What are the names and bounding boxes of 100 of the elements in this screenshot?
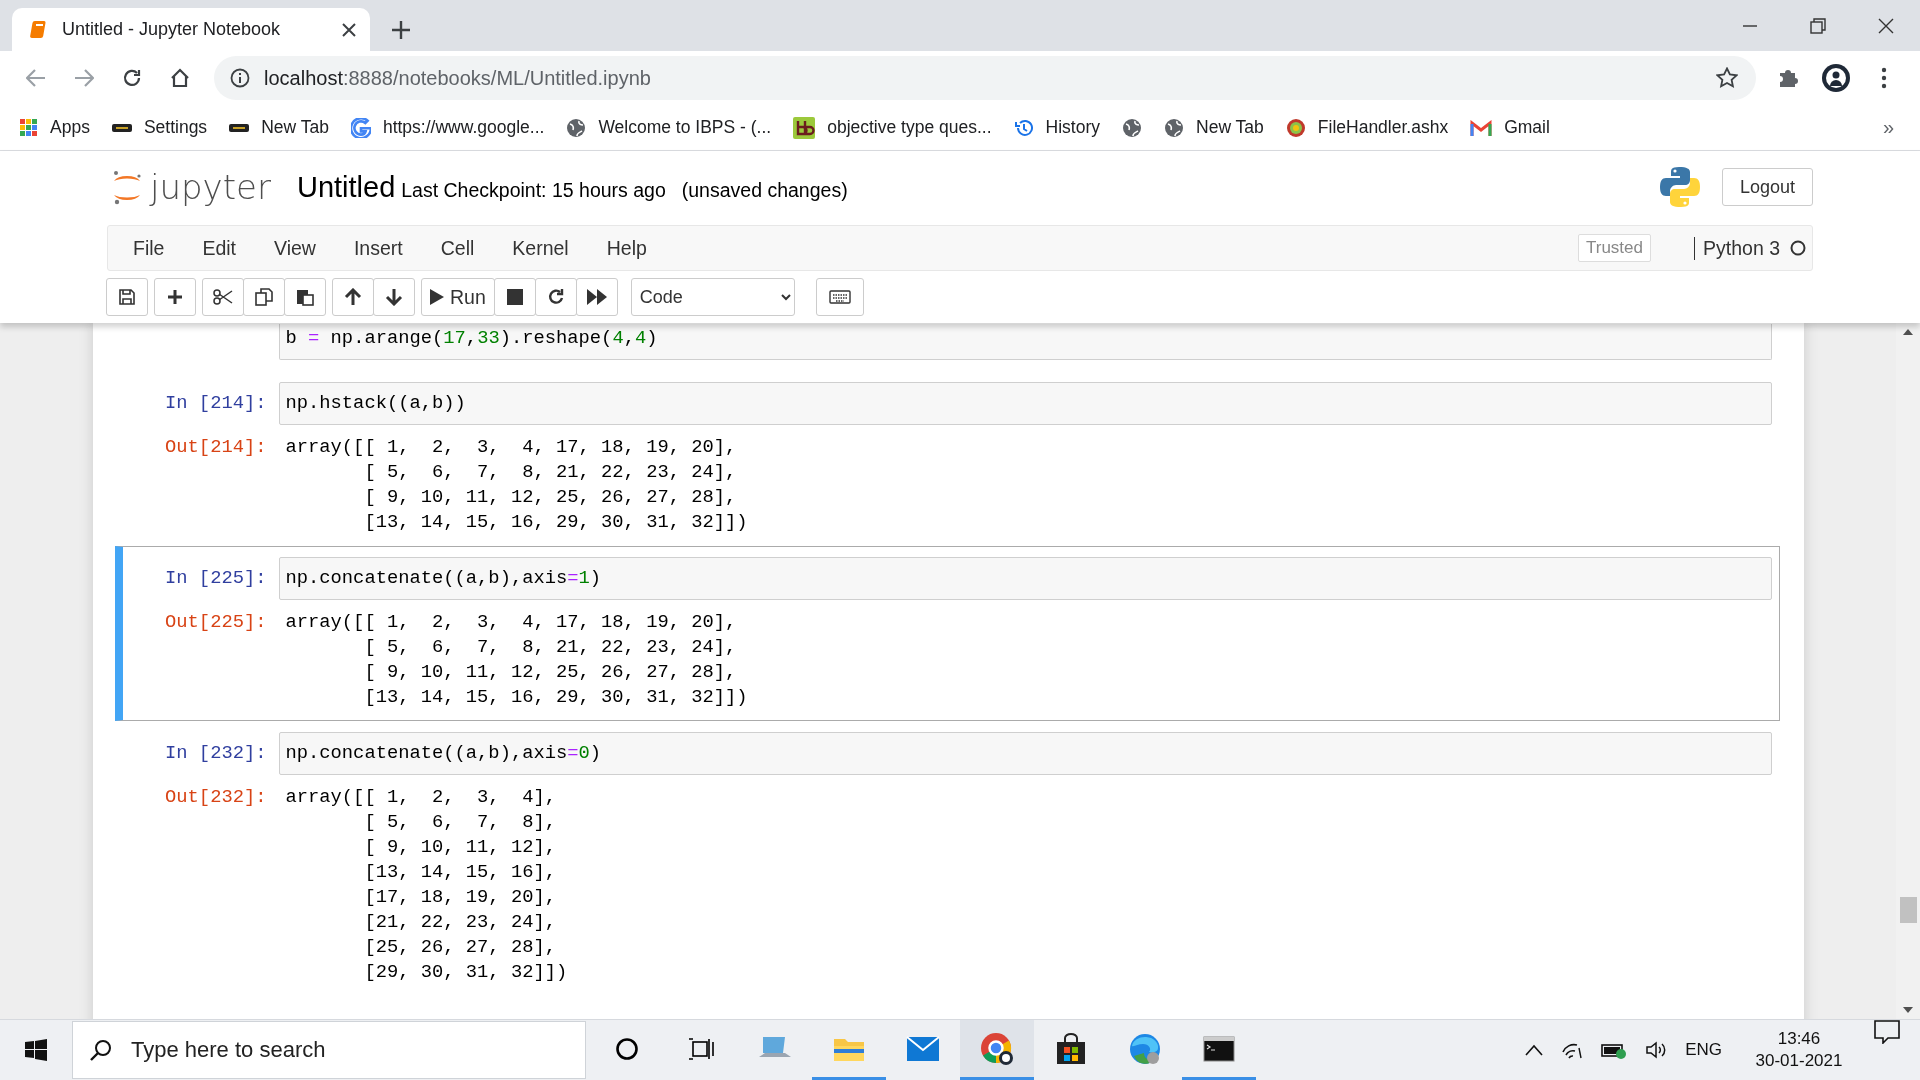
notebook-cell[interactable]: In [214]: np.hstack((a,b)) Out[214]: array([[ 1, 2, 3, 4, 17, 18, 19, 20], [ 5, 6, 7, 8, 21, 22, 23, 24], [ 9, 10, 11, 12, 25, 26, 27, 28], [13, 14, 15, 16, 29, 30, 31, 32]]) (114, 371, 1780, 546)
restore-icon (1810, 17, 1826, 34)
reload-icon (122, 68, 142, 88)
scroll-up-icon (1903, 329, 1913, 335)
menu-item[interactable]: View (255, 236, 335, 260)
output-prompt: Out[232]: (165, 786, 267, 808)
bookmark-link[interactable]: Apps (50, 117, 90, 138)
volume-icon (1645, 1040, 1668, 1061)
notebook-cell[interactable]: In [225]: np.concatenate((a,b),axis=1) Out[225]: array([[ 1, 2, 3, 4, 17, 18, 19, 20], [ 5, 6, 7, 8, 21, 22, 23, 24], [ 9, 10, 11, 12, 25, 26, 27, 28], [13, 14, 15, 16, 29, 30, 31, 32]]) (114, 546, 1780, 721)
bookmark-link[interactable]: History (1045, 117, 1101, 138)
browser-tab[interactable]: Untitled - Jupyter Notebook (12, 8, 370, 51)
cell-output: array([[ 1, 2, 3, 4], [ 5, 6, 7, 8], [ 9, 10, 11, 12], [13, 14, 15, 16], [17, 18, 19, 20], [21, 22, 23, 24], [25, 26, 27, 28], [29, 30, 31, 32]]) (284, 785, 569, 985)
input-prompt: In [225]: (165, 567, 267, 589)
forward-icon (74, 69, 94, 87)
cell-output: array([[ 1, 2, 3, 4, 17, 18, 19, 20], [ 5, 6, 7, 8, 21, 22, 23, 24], [ 9, 10, 11, 12, 25, 26, 27, 28], [13, 14, 15, 16, 29, 30, 31, 32]]) (284, 610, 749, 710)
windows-logo-icon (25, 1039, 47, 1062)
menu-item[interactable]: Cell (421, 236, 494, 260)
minimize-icon (1742, 24, 1758, 27)
play-icon (430, 289, 444, 305)
notebook-cell[interactable]: b = np.arange(17,33).reshape(4,4) (114, 323, 1780, 371)
bookmark-link[interactable]: New Tab (261, 117, 329, 138)
scissors-icon (213, 289, 233, 305)
google-icon (350, 117, 371, 138)
globe-icon (1164, 117, 1185, 138)
search-icon (90, 1039, 112, 1062)
menu-item[interactable]: Edit (183, 236, 256, 260)
globe-icon (566, 117, 587, 138)
scroll-down-icon (1903, 1007, 1913, 1014)
stop-button[interactable] (493, 278, 536, 316)
cell-output: array([[ 1, 2, 3, 4, 17, 18, 19, 20], [ 5, 6, 7, 8, 21, 22, 23, 24], [ 9, 10, 11, 12, 25, 26, 27, 28], [13, 14, 15, 16, 29, 30, 31, 32]]) (284, 435, 749, 535)
kernel-name: Python 3 (1703, 236, 1780, 260)
scrollbar-thumb[interactable] (1899, 897, 1917, 924)
save-status: (unsaved changes) (681, 178, 848, 202)
copy-icon (255, 288, 273, 306)
cell-type-dropdown[interactable]: Code (630, 278, 795, 316)
code-input[interactable]: np.hstack((a,b)) (278, 382, 1772, 425)
cut-button[interactable] (202, 278, 244, 316)
bookmark-link[interactable]: Gmail (1504, 117, 1550, 138)
paste-icon (296, 288, 314, 306)
taskbar-search-field[interactable]: Type here to search (72, 1021, 586, 1079)
trusted-indicator[interactable]: Trusted (1578, 234, 1651, 262)
gmail-icon (1470, 119, 1493, 136)
bookmark-link[interactable]: FileHandler.ashx (1317, 117, 1449, 138)
bookmark-link[interactable]: Welcome to IBPS - (... (598, 117, 772, 138)
seal-icon (1285, 117, 1306, 138)
menu-icon (1881, 67, 1887, 89)
menu-item[interactable]: File (114, 236, 184, 260)
puzzle-icon (1777, 67, 1799, 89)
copy-button[interactable] (243, 278, 285, 316)
code-input[interactable]: np.concatenate((a,b),axis=1) (278, 557, 1772, 600)
language-indicator[interactable]: ENG (1685, 1040, 1722, 1061)
back-icon (26, 69, 46, 87)
site-icon (111, 121, 132, 134)
input-prompt: In [232]: (165, 742, 267, 764)
stop-icon (506, 289, 523, 305)
close-icon (1878, 17, 1894, 34)
history-icon (1013, 117, 1034, 138)
keyboard-button[interactable] (815, 278, 864, 316)
clock[interactable]: 13:46 30-01-2021 (1750, 1028, 1848, 1073)
bookmark-link[interactable]: Settings (143, 117, 208, 138)
logout-button[interactable]: Logout (1721, 168, 1813, 206)
mail-icon (906, 1035, 940, 1062)
arrow-down-icon (385, 288, 403, 306)
task-view-icon (688, 1036, 714, 1061)
apps-icon (20, 118, 38, 137)
code-input[interactable]: b = np.arange(17,33).reshape(4,4) (278, 324, 1772, 360)
restart-icon (546, 288, 565, 306)
circle-icon (615, 1036, 639, 1061)
notebook-title[interactable]: Untitled (292, 168, 400, 206)
save-button[interactable] (106, 278, 148, 316)
more-bookmarks-button[interactable]: » (1882, 116, 1894, 139)
chevron-up-icon (1525, 1044, 1544, 1057)
python-logo-icon (1658, 165, 1701, 209)
chrome-icon (980, 1031, 1014, 1066)
fast-forward-icon (586, 289, 607, 305)
notifications-icon (1874, 1020, 1900, 1045)
fast-forward-button[interactable] (575, 278, 618, 316)
checkpoint-text: Last Checkpoint: 15 hours ago (401, 178, 666, 202)
bookmark-link[interactable]: objective type ques... (827, 117, 992, 138)
menu-item[interactable]: Kernel (493, 236, 588, 260)
move-up-button[interactable] (332, 278, 374, 316)
menu-item[interactable]: Insert (334, 236, 422, 260)
code-input[interactable]: np.concatenate((a,b),axis=0) (278, 732, 1772, 775)
run-button[interactable]: Run (421, 278, 495, 316)
menu-item[interactable]: Help (587, 236, 666, 260)
avatar-icon (1821, 63, 1851, 93)
plus-icon (167, 289, 183, 305)
close-icon (342, 22, 356, 37)
bookmark-link[interactable]: https://www.google... (382, 117, 545, 138)
paste-button[interactable] (284, 278, 326, 316)
move-down-button[interactable] (373, 278, 415, 316)
insert-cell-button[interactable] (154, 278, 196, 316)
address-bar[interactable]: localhost:8888/notebooks/ML/Untitled.ipynb (214, 56, 1756, 100)
keyboard-icon (828, 290, 851, 304)
site-icon (229, 121, 250, 134)
input-prompt: In [214]: (165, 392, 267, 414)
notebook-cell[interactable]: In [232]: np.concatenate((a,b),axis=0) Out[232]: array([[ 1, 2, 3, 4], [ 5, 6, 7, 8], [ 9, 10, 11, 12], [13, 14, 15, 16], [17, 18, 19, 20], [21, 22, 23, 24], [25, 26, 27, 28], [29, 30, 31, 32]]) (114, 721, 1780, 996)
bb-icon (793, 116, 816, 139)
bookmark-link[interactable]: New Tab (1196, 117, 1264, 138)
restart-button[interactable] (534, 278, 577, 316)
